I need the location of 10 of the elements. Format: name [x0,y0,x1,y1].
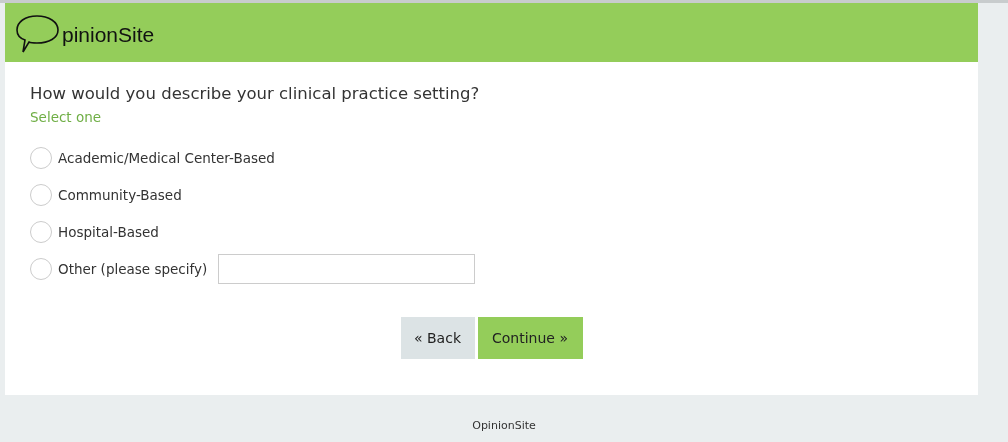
option-label[interactable]: Hospital-Based [58,221,159,243]
instruction-text: Select one [30,108,103,126]
back-button[interactable]: « Back [400,317,475,359]
question-title: How would you describe your clinical practice setting? [30,83,481,105]
footer-text: OpinionSite [472,418,536,435]
option-label[interactable]: Other (please specify) [58,258,208,280]
option-label[interactable]: Academic/Medical Center-Based [58,147,275,169]
continue-button[interactable]: Continue » [477,317,583,359]
option-label[interactable]: Community-Based [58,184,182,206]
logo-text: pinionSite [62,21,155,48]
